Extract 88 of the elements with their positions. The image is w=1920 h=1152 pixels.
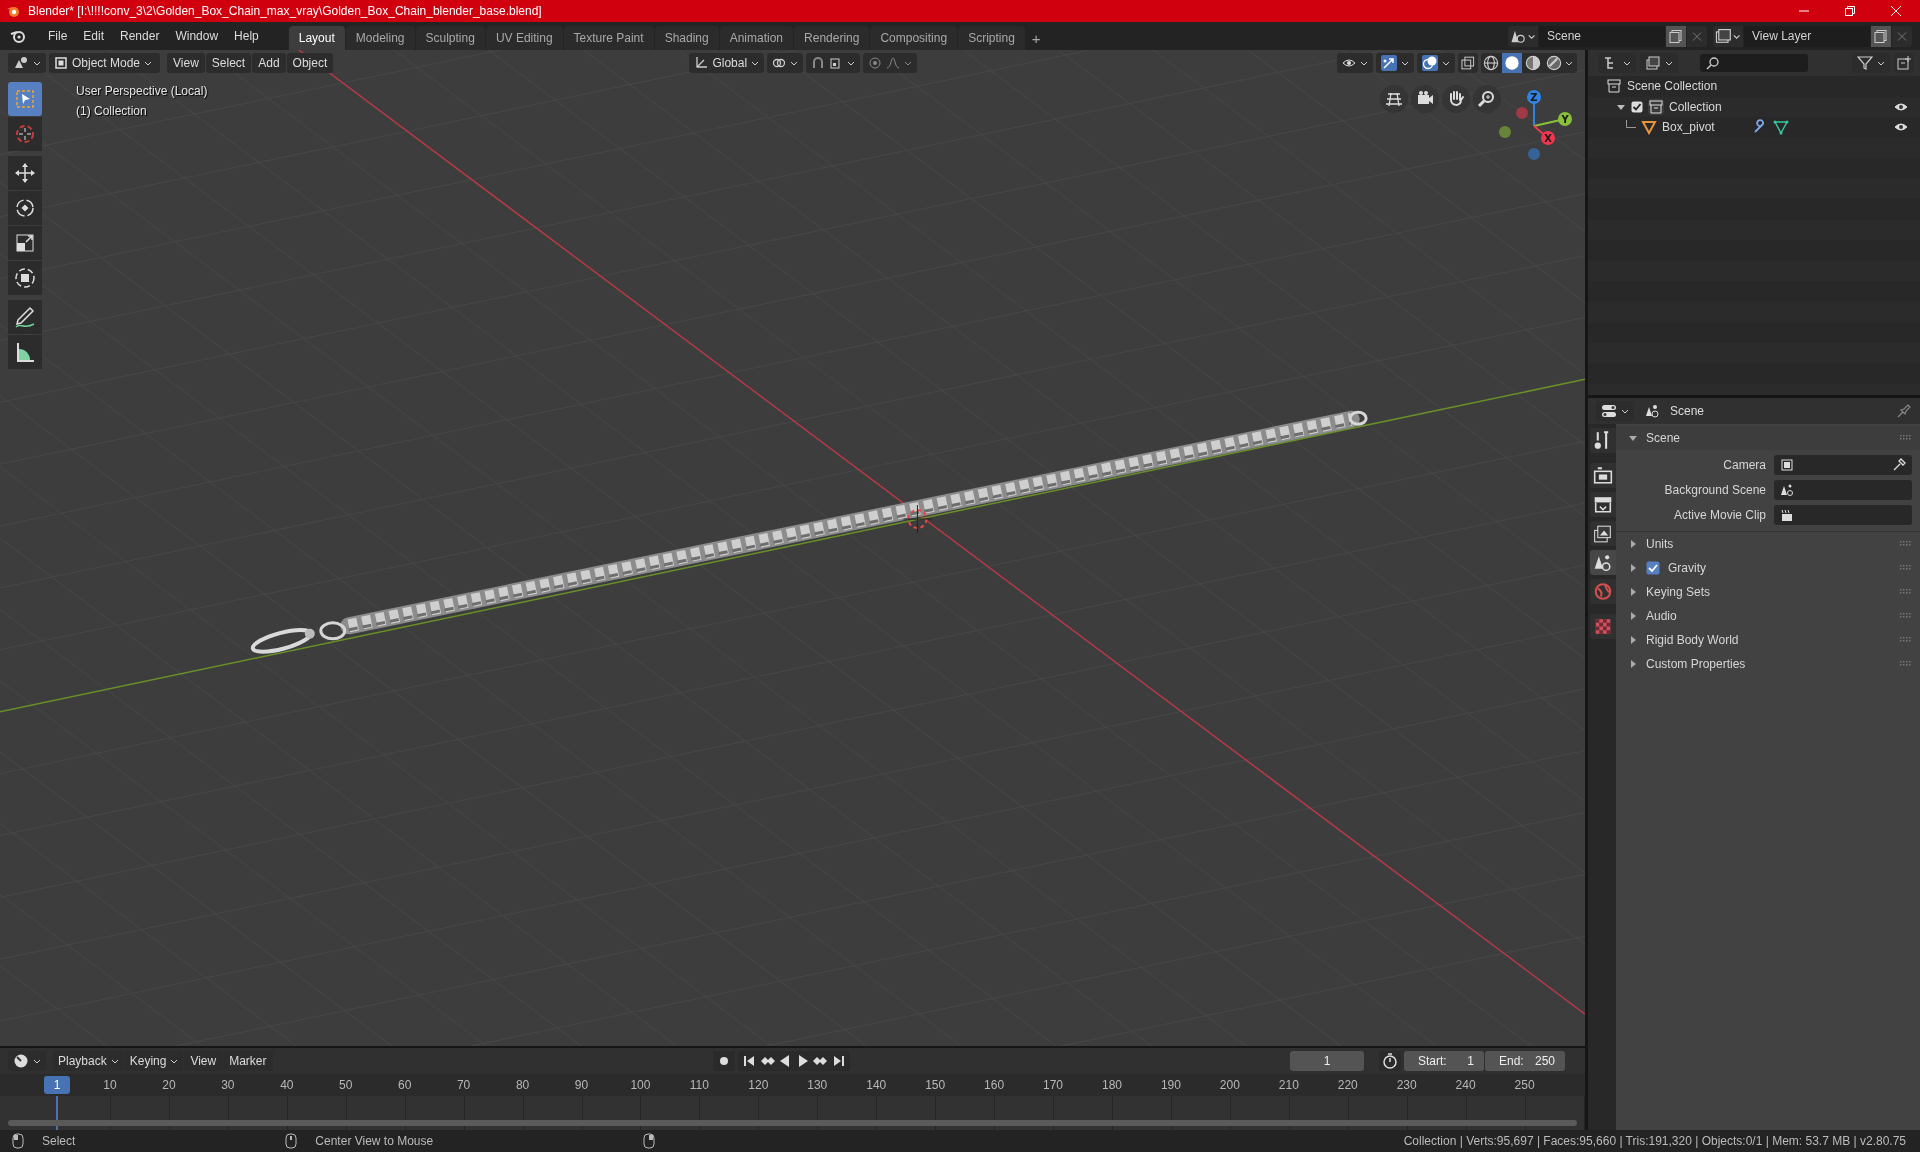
- view-layer-field[interactable]: View Layer: [1744, 25, 1870, 47]
- timeline-dropdown[interactable]: Playback: [53, 1051, 124, 1071]
- dropdown-label: Playback: [58, 1054, 107, 1068]
- start-frame-field[interactable]: Start: 1: [1404, 1051, 1484, 1071]
- gizmo-axis[interactable]: X: [1533, 125, 1555, 145]
- workspace-tab[interactable]: Scripting: [958, 26, 1025, 50]
- viewport-info-text: (1) Collection: [76, 103, 148, 120]
- frame-number: 60: [397, 1078, 413, 1092]
- frame-number: 140: [865, 1078, 888, 1092]
- end-frame-field[interactable]: End: 250: [1485, 1051, 1565, 1071]
- viewport-info-text: User Perspective (Local): [76, 83, 208, 100]
- frame-number: 220: [1336, 1078, 1359, 1092]
- current-frame-marker[interactable]: 1: [44, 1076, 70, 1094]
- gizmo-axis[interactable]: Z: [1527, 90, 1541, 127]
- gizmo-axis[interactable]: Y: [1533, 112, 1572, 127]
- panel-title[interactable]: Audio: [1646, 609, 1677, 623]
- timeline-menu[interactable]: Marker: [223, 1051, 273, 1071]
- outliner-item[interactable]: Box_pivot: [1662, 120, 1715, 135]
- frame-number: 150: [924, 1078, 947, 1092]
- panel-title[interactable]: Scene: [1646, 431, 1681, 445]
- field-label: Start:: [1418, 1054, 1447, 1068]
- scene-field[interactable]: Scene: [1539, 25, 1665, 47]
- frame-number: 250: [1513, 1078, 1536, 1092]
- timeline-menu[interactable]: View: [184, 1051, 223, 1071]
- outliner-item[interactable]: Scene Collection: [1627, 79, 1718, 94]
- frame-number: 40: [279, 1078, 295, 1092]
- outliner-item[interactable]: Collection: [1669, 99, 1722, 114]
- frame-number: 50: [338, 1078, 354, 1092]
- frame-number: 100: [629, 1078, 652, 1092]
- property-label: Active Movie Clip: [1672, 507, 1766, 522]
- properties-context: Scene: [1670, 404, 1705, 418]
- panel-title[interactable]: Keying Sets: [1646, 585, 1711, 599]
- viewport-menu[interactable]: View: [167, 53, 205, 73]
- orientation-label: Global: [712, 56, 748, 70]
- frame-number: 80: [514, 1078, 531, 1092]
- status-hint: Select: [42, 1134, 76, 1148]
- frame-number: 90: [573, 1078, 590, 1092]
- frame-number: 10: [102, 1078, 118, 1092]
- frame-number: 130: [806, 1078, 829, 1092]
- frame-number: 240: [1454, 1078, 1477, 1092]
- status-hint: Center View to Mouse: [315, 1134, 434, 1148]
- frame-number: 170: [1042, 1078, 1065, 1092]
- frame-number: 20: [161, 1078, 177, 1092]
- panel-title[interactable]: Custom Properties: [1646, 657, 1746, 671]
- scene-statistics: Collection | Verts:95,697 | Faces:95,660 | Tris:191,320 | Objects:0/1 | Mem: 53.7 MB | v2.80.75: [1403, 1134, 1906, 1148]
- field-value: 250: [1535, 1054, 1555, 1068]
- add-workspace-button[interactable]: +: [1025, 26, 1047, 50]
- menu-item[interactable]: Help: [226, 29, 267, 43]
- workspace-tab[interactable]: UV Editing: [485, 26, 563, 50]
- frame-number: 210: [1277, 1078, 1300, 1092]
- viewport-menu[interactable]: Object: [286, 53, 334, 73]
- workspace-tab[interactable]: Modeling: [345, 26, 415, 50]
- frame-number: 30: [220, 1078, 236, 1092]
- mode-label: Object Mode: [72, 56, 141, 70]
- frame-number: 110: [688, 1078, 710, 1092]
- panel-title[interactable]: Units: [1646, 537, 1674, 551]
- frame-number: 160: [983, 1078, 1006, 1092]
- workspace-tab[interactable]: Shading: [654, 26, 719, 50]
- panel-title[interactable]: Gravity: [1668, 561, 1706, 575]
- mode-dropdown[interactable]: Object Mode: [49, 53, 161, 73]
- workspace-tab[interactable]: Compositing: [870, 26, 958, 50]
- frame-number: 190: [1159, 1078, 1182, 1092]
- workspace-tab[interactable]: Animation: [719, 26, 794, 50]
- viewport-menu[interactable]: Select: [205, 53, 252, 73]
- menu-item[interactable]: Render: [112, 29, 168, 43]
- menu-item[interactable]: Edit: [75, 29, 113, 43]
- workspace-tab[interactable]: Layout: [288, 26, 345, 50]
- current-frame-field[interactable]: 1: [1290, 1051, 1364, 1071]
- frame-number: 180: [1100, 1078, 1123, 1092]
- frame-number: 230: [1395, 1078, 1418, 1092]
- menu-item[interactable]: Window: [167, 29, 227, 43]
- menu-item[interactable]: File: [40, 29, 76, 43]
- frame-number: 70: [455, 1078, 472, 1092]
- property-label: Background Scene: [1663, 482, 1766, 497]
- window-title: Blender* [I:\!!!!conv_3\2\Golden_Box_Chain_max_vray\Golden_Box_Chain_blender_base.blend]: [28, 4, 542, 18]
- orientation-dropdown[interactable]: Global: [689, 53, 765, 73]
- dropdown-label: Keying: [129, 1054, 167, 1068]
- frame-number: 120: [747, 1078, 770, 1092]
- viewport-menu[interactable]: Add: [252, 53, 286, 73]
- timeline-dropdown[interactable]: Keying: [124, 1051, 184, 1071]
- workspace-tab[interactable]: Rendering: [794, 26, 870, 50]
- property-label: Camera: [1722, 457, 1766, 472]
- field-value: 1: [1467, 1054, 1474, 1068]
- workspace-tab[interactable]: Sculpting: [415, 26, 485, 50]
- panel-title[interactable]: Rigid Body World: [1646, 633, 1739, 647]
- field-label: End:: [1499, 1054, 1524, 1068]
- workspace-tab[interactable]: Texture Paint: [563, 26, 654, 50]
- frame-number: 200: [1218, 1078, 1241, 1092]
